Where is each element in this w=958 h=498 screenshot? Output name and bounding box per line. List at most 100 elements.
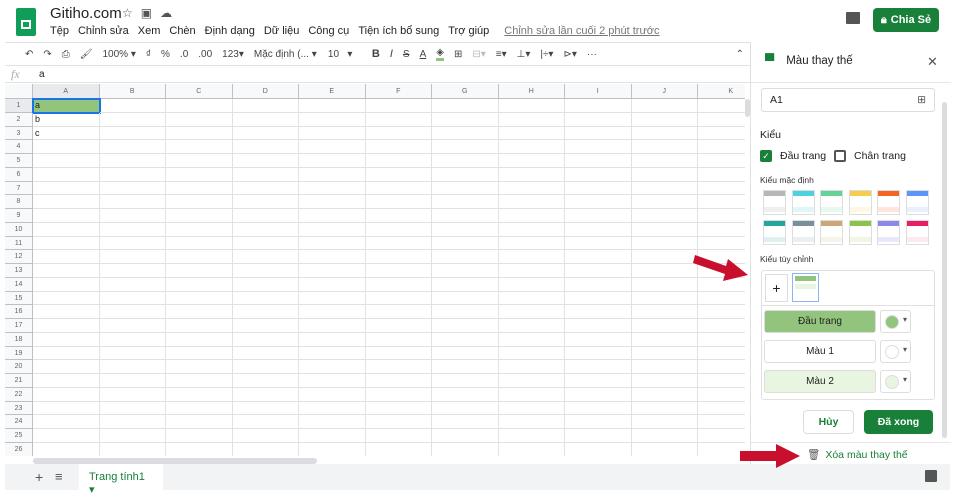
cell-H5[interactable] bbox=[498, 154, 565, 168]
cell-C21[interactable] bbox=[166, 374, 233, 388]
default-style-swatch[interactable] bbox=[791, 190, 815, 215]
cell-B19[interactable] bbox=[99, 346, 166, 361]
sheets-logo[interactable] bbox=[16, 8, 36, 36]
color1-picker[interactable] bbox=[880, 340, 911, 363]
cell-G12[interactable] bbox=[432, 250, 499, 265]
more-button[interactable]: ··· bbox=[587, 49, 597, 60]
cell-D3[interactable] bbox=[232, 126, 299, 141]
share-button[interactable]: 🔒︎ Chia Sẻ bbox=[873, 8, 939, 32]
cell-C1[interactable] bbox=[166, 99, 233, 113]
cell-I19[interactable] bbox=[565, 346, 632, 361]
row-header-12[interactable]: 12 bbox=[5, 250, 33, 265]
default-style-swatch[interactable] bbox=[791, 220, 815, 245]
cell-C12[interactable] bbox=[166, 250, 233, 265]
cell-B6[interactable] bbox=[99, 167, 166, 182]
cell-C23[interactable] bbox=[166, 401, 233, 416]
cell-I3[interactable] bbox=[565, 126, 632, 141]
font-size-select[interactable]: 10 ▾ bbox=[328, 49, 362, 60]
menu-item[interactable]: Xem bbox=[138, 25, 161, 37]
cell-E5[interactable] bbox=[299, 154, 366, 168]
cell-G17[interactable] bbox=[432, 319, 499, 333]
cell-B10[interactable] bbox=[99, 222, 166, 237]
row-header-4[interactable]: 4 bbox=[5, 140, 33, 155]
cell-H25[interactable] bbox=[498, 429, 565, 443]
cell-E1[interactable] bbox=[299, 99, 366, 113]
cell-D11[interactable] bbox=[232, 236, 299, 251]
cell-H9[interactable] bbox=[498, 209, 565, 223]
cell-J14[interactable] bbox=[631, 277, 698, 292]
cell-F2[interactable] bbox=[365, 112, 432, 127]
cell-D5[interactable] bbox=[232, 154, 299, 168]
menu-item[interactable]: Dữ liệu bbox=[264, 25, 300, 37]
default-style-swatch[interactable] bbox=[820, 190, 843, 215]
cell-H11[interactable] bbox=[498, 236, 565, 251]
cell-F21[interactable] bbox=[365, 374, 432, 388]
cell-D17[interactable] bbox=[232, 319, 299, 333]
cell-G19[interactable] bbox=[432, 346, 499, 361]
cell-A22[interactable] bbox=[33, 387, 100, 402]
cell-A19[interactable] bbox=[33, 346, 100, 361]
cell-B7[interactable] bbox=[99, 181, 166, 196]
cell-G14[interactable] bbox=[432, 277, 499, 292]
valign-icon[interactable]: ⊥▾ bbox=[517, 49, 531, 60]
cell-J10[interactable] bbox=[631, 222, 698, 237]
cell-J12[interactable] bbox=[631, 250, 698, 265]
default-style-swatch[interactable] bbox=[905, 220, 929, 245]
cell-E6[interactable] bbox=[299, 167, 366, 182]
cell-I18[interactable] bbox=[565, 332, 632, 347]
column-header-C[interactable]: C bbox=[166, 84, 233, 99]
cell-J11[interactable] bbox=[631, 236, 698, 251]
cell-H15[interactable] bbox=[498, 291, 565, 306]
cell-K2[interactable] bbox=[698, 113, 745, 127]
increase-decimal-button[interactable]: .00 bbox=[198, 49, 212, 60]
cell-A13[interactable] bbox=[33, 264, 100, 278]
collapse-icon[interactable]: ⌃ bbox=[736, 49, 744, 60]
row-header-2[interactable]: 2 bbox=[5, 112, 33, 127]
cell-H2[interactable] bbox=[498, 112, 565, 127]
cell-J4[interactable] bbox=[631, 140, 698, 155]
cell-E13[interactable] bbox=[299, 264, 366, 278]
redo-icon[interactable]: ↷ bbox=[43, 49, 51, 60]
cell-C11[interactable] bbox=[166, 236, 233, 251]
column-header-B[interactable]: B bbox=[99, 84, 166, 99]
cell-I1[interactable] bbox=[565, 99, 632, 113]
cell-I2[interactable] bbox=[565, 112, 632, 127]
cell-C2[interactable] bbox=[166, 112, 233, 127]
cell-H8[interactable] bbox=[498, 195, 565, 210]
close-icon[interactable]: ✕ bbox=[927, 54, 938, 70]
menu-item[interactable]: Tệp bbox=[50, 25, 69, 37]
row-header-11[interactable]: 11 bbox=[5, 236, 33, 251]
cell-C3[interactable] bbox=[166, 126, 233, 141]
cell-D1[interactable] bbox=[232, 99, 299, 113]
wrap-icon[interactable]: |÷▾ bbox=[540, 49, 553, 60]
cell-B5[interactable] bbox=[99, 154, 166, 168]
cell-K3[interactable] bbox=[698, 127, 745, 141]
remove-alternating-colors-link[interactable]: 🗑︎ Xóa màu thay thế bbox=[807, 448, 908, 461]
fill-color-icon[interactable]: ◈ bbox=[436, 47, 444, 61]
cell-K25[interactable] bbox=[698, 429, 745, 443]
cell-I12[interactable] bbox=[565, 250, 632, 265]
row-header-3[interactable]: 3 bbox=[5, 126, 33, 141]
cell-B22[interactable] bbox=[99, 387, 166, 402]
cell-J19[interactable] bbox=[631, 346, 698, 361]
paint-format-icon[interactable]: 🖌︎ bbox=[80, 49, 93, 60]
cell-E9[interactable] bbox=[299, 209, 366, 223]
cell-I9[interactable] bbox=[565, 209, 632, 223]
cell-J20[interactable] bbox=[631, 360, 698, 375]
cell-A2[interactable]: b bbox=[33, 112, 100, 127]
cell-K1[interactable] bbox=[698, 99, 745, 113]
cell-F17[interactable] bbox=[365, 319, 432, 333]
cell-E10[interactable] bbox=[299, 222, 366, 237]
cell-D8[interactable] bbox=[232, 195, 299, 210]
cell-B18[interactable] bbox=[99, 332, 166, 347]
cell-I21[interactable] bbox=[565, 374, 632, 388]
cell-A7[interactable] bbox=[33, 181, 100, 196]
cell-B1[interactable] bbox=[99, 99, 166, 113]
cell-A8[interactable] bbox=[33, 195, 100, 210]
cell-C16[interactable] bbox=[166, 305, 233, 320]
cell-A11[interactable] bbox=[33, 236, 100, 251]
column-header-E[interactable]: E bbox=[299, 84, 366, 99]
cell-F18[interactable] bbox=[365, 332, 432, 347]
cell-A25[interactable] bbox=[33, 429, 100, 443]
cell-I16[interactable] bbox=[565, 305, 632, 320]
